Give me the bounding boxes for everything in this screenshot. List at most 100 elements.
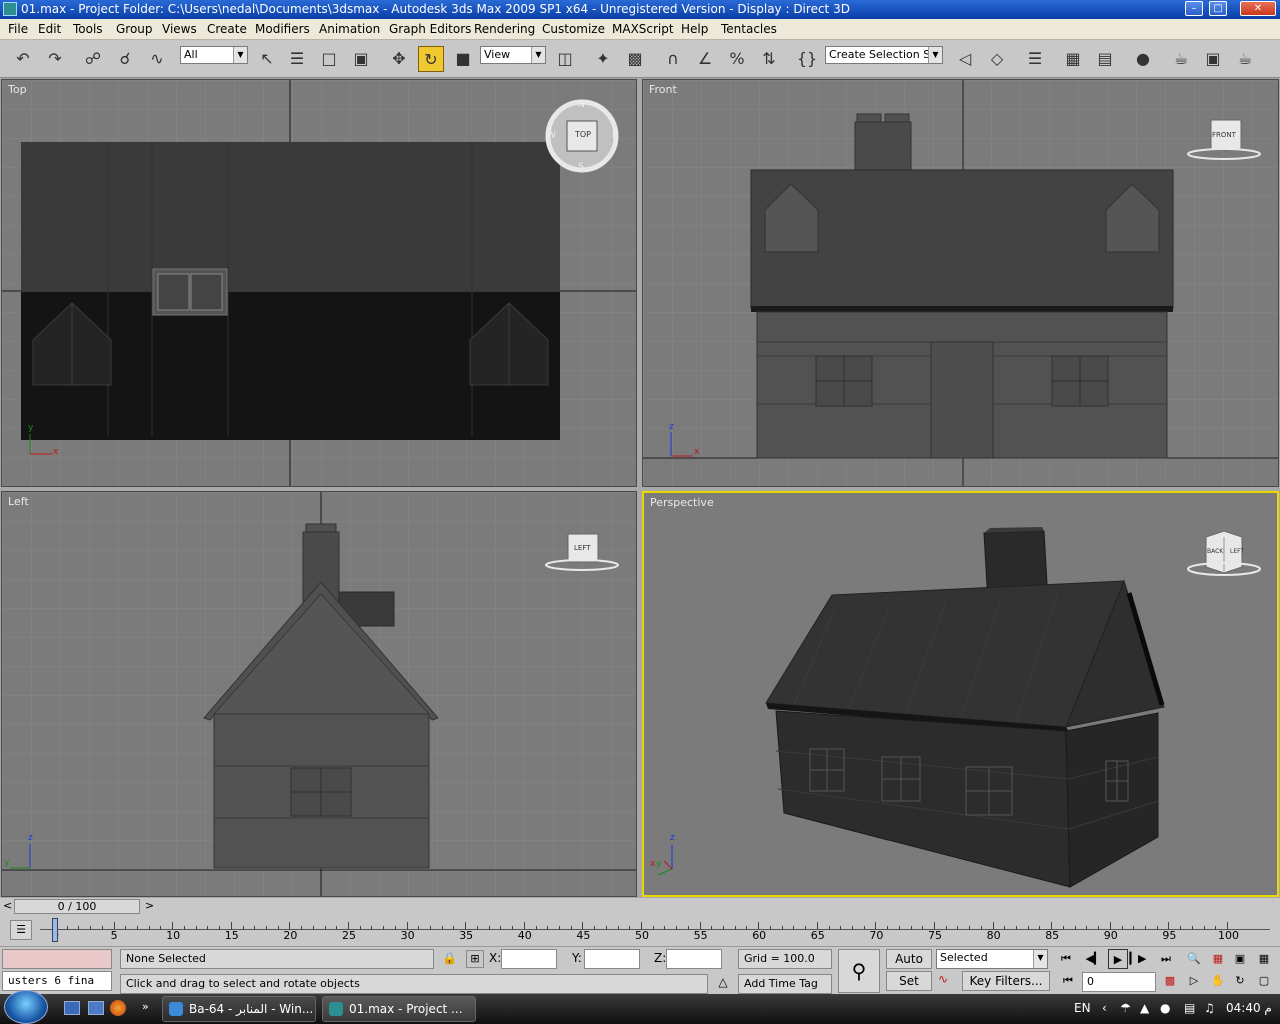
security-icon[interactable]: ● <box>1160 994 1170 1022</box>
snaps-toggle-icon[interactable]: ∩ <box>660 46 686 72</box>
lock-icon[interactable]: 🔒 <box>442 951 457 965</box>
set-keys-key-icon[interactable]: ⚲ <box>838 949 880 993</box>
mini-curve-editor-icon[interactable]: ☰ <box>10 920 32 940</box>
bind-space-warp-icon[interactable]: ∿ <box>144 46 170 72</box>
add-time-tag-button[interactable]: Add Time Tag <box>738 974 832 994</box>
go-to-start-icon[interactable]: ⏮ <box>1056 949 1076 969</box>
key-mode-toggle-icon[interactable]: ⏮ <box>1058 971 1078 991</box>
show-desktop-icon[interactable] <box>64 1001 80 1015</box>
zoom-all-icon[interactable]: ▦ <box>1208 949 1228 969</box>
key-mode-dropdown[interactable]: Selected ▼ <box>936 949 1048 969</box>
align-icon[interactable]: ◇ <box>984 46 1010 72</box>
set-key-button[interactable]: Set Key <box>886 971 932 1006</box>
schematic-view-icon[interactable]: ▤ <box>1092 46 1118 72</box>
select-and-move-icon[interactable]: ✥ <box>386 46 412 72</box>
field-of-view-icon[interactable]: ▷ <box>1184 971 1204 991</box>
play-icon[interactable]: ▶ <box>1108 949 1128 969</box>
absolute-mode-transform-icon[interactable]: ⊞ <box>466 950 484 968</box>
material-editor-icon[interactable]: ● <box>1130 46 1156 72</box>
quick-render-icon[interactable]: ☕ <box>1232 46 1258 72</box>
firefox-icon[interactable] <box>110 1000 126 1016</box>
menu-tentacles[interactable]: Tentacles <box>721 22 777 36</box>
menu-graph-editors[interactable]: Graph Editors <box>389 22 471 36</box>
undo-icon[interactable]: ↶ <box>10 46 36 72</box>
time-slider[interactable]: 0 / 100 <box>14 899 140 914</box>
quick-launch-more-icon[interactable]: » <box>142 1000 149 1013</box>
auto-key-button[interactable]: Auto Key <box>886 949 932 984</box>
menu-edit[interactable]: Edit <box>38 22 61 36</box>
named-selection-sets-dropdown[interactable]: Create Selection Set ▼ <box>825 46 943 64</box>
viewport-label-front[interactable]: Front <box>649 83 677 96</box>
viewport-label-perspective[interactable]: Perspective <box>650 496 714 509</box>
viewcube-back-label[interactable]: BACK <box>1207 548 1223 555</box>
track-bar[interactable]: ☰ 05101520253035404550556065707580859095… <box>0 916 1280 946</box>
x-coord-input[interactable] <box>501 949 557 969</box>
menu-views[interactable]: Views <box>162 22 197 36</box>
viewcube-top-label[interactable]: TOP <box>575 130 591 139</box>
display-icon[interactable]: ▤ <box>1184 994 1195 1022</box>
select-and-rotate-icon[interactable]: ↻ <box>418 46 444 72</box>
start-button[interactable] <box>4 990 48 1024</box>
close-button[interactable]: ✕ <box>1240 1 1276 16</box>
viewport-left[interactable]: Left LEFT z y <box>1 491 637 897</box>
default-in-out-tangent-icon[interactable]: ∿ <box>938 972 958 990</box>
angle-snap-icon[interactable]: ∠ <box>692 46 718 72</box>
viewcube-left-label[interactable]: LEFT <box>574 544 591 552</box>
next-frame-icon[interactable]: ▎▶ <box>1128 949 1148 969</box>
rectangular-selection-icon[interactable]: □ <box>316 46 342 72</box>
task-internet-explorer[interactable]: Ba-64 - المنابر - Win... <box>162 996 316 1022</box>
viewport-top[interactable]: Top TOP N S E W y x <box>1 79 637 487</box>
curve-editor-icon[interactable]: ▦ <box>1060 46 1086 72</box>
time-prev-arrow-icon[interactable]: < <box>3 899 12 912</box>
select-manipulate-icon[interactable]: ✦ <box>590 46 616 72</box>
menu-customize[interactable]: Customize <box>542 22 605 36</box>
redo-icon[interactable]: ↷ <box>42 46 68 72</box>
pan-view-icon[interactable]: ✋ <box>1208 971 1228 991</box>
spinner-snap-icon[interactable]: ⇅ <box>756 46 782 72</box>
time-tag-icon[interactable]: △ <box>714 975 732 993</box>
rendered-frame-window-icon[interactable]: ▣ <box>1200 46 1226 72</box>
window-crossing-icon[interactable]: ▣ <box>348 46 374 72</box>
layer-manager-icon[interactable]: ☰ <box>1022 46 1048 72</box>
network-icon[interactable]: ☂ <box>1120 994 1131 1022</box>
render-setup-icon[interactable]: ☕ <box>1168 46 1194 72</box>
viewcube-left-face-label[interactable]: LEFT <box>1230 548 1244 555</box>
menu-group[interactable]: Group <box>116 22 153 36</box>
volume-icon[interactable]: ♫ <box>1204 994 1215 1022</box>
reference-coordinate-dropdown[interactable]: View ▼ <box>480 46 546 64</box>
viewport-label-left[interactable]: Left <box>8 495 29 508</box>
maximize-viewport-icon[interactable]: ▢ <box>1254 971 1274 991</box>
time-configuration-icon[interactable]: ▩ <box>1160 971 1180 991</box>
maxscript-mini-listener[interactable]: usters 6 fina <box>2 971 112 991</box>
viewcube-front-label[interactable]: FRONT <box>1212 131 1236 139</box>
maximize-button[interactable]: □ <box>1209 1 1227 16</box>
menu-modifiers[interactable]: Modifiers <box>255 22 310 36</box>
menu-maxscript[interactable]: MAXScript <box>612 22 674 36</box>
zoom-extents-all-icon[interactable]: ▦ <box>1254 949 1274 969</box>
select-object-icon[interactable]: ↖ <box>254 46 280 72</box>
menu-rendering[interactable]: Rendering <box>474 22 535 36</box>
viewport-label-top[interactable]: Top <box>8 83 27 96</box>
zoom-extents-icon[interactable]: ▣ <box>1230 949 1250 969</box>
viewport-front[interactable]: Front FRONT z x <box>642 79 1279 487</box>
current-frame-input[interactable]: 0 <box>1082 972 1156 992</box>
keyboard-shortcut-override-icon[interactable]: ▩ <box>622 46 648 72</box>
unlink-icon[interactable]: ☌ <box>112 46 138 72</box>
maxscript-mini-listener-pink[interactable] <box>2 949 112 969</box>
frame-marker[interactable] <box>52 918 58 942</box>
switch-windows-icon[interactable] <box>88 1001 104 1015</box>
select-by-name-icon[interactable]: ☰ <box>284 46 310 72</box>
zoom-icon[interactable]: 🔍 <box>1184 949 1204 969</box>
menu-create[interactable]: Create <box>207 22 247 36</box>
percent-snap-icon[interactable]: % <box>724 46 750 72</box>
edit-named-selection-icon[interactable]: {} <box>794 46 820 72</box>
go-to-end-icon[interactable]: ⏭ <box>1156 949 1176 969</box>
mirror-icon[interactable]: ◁ <box>952 46 978 72</box>
z-coord-input[interactable] <box>666 949 722 969</box>
task-3dsmax[interactable]: 01.max - Project ... <box>322 996 476 1022</box>
clock[interactable]: 04:40 م <box>1226 994 1272 1022</box>
orbit-icon[interactable]: ↻ <box>1230 971 1250 991</box>
update-icon[interactable]: ▲ <box>1140 994 1149 1022</box>
viewport-perspective[interactable]: Perspective BACK LEFT z x y <box>642 491 1279 897</box>
time-next-arrow-icon[interactable]: > <box>145 899 154 912</box>
